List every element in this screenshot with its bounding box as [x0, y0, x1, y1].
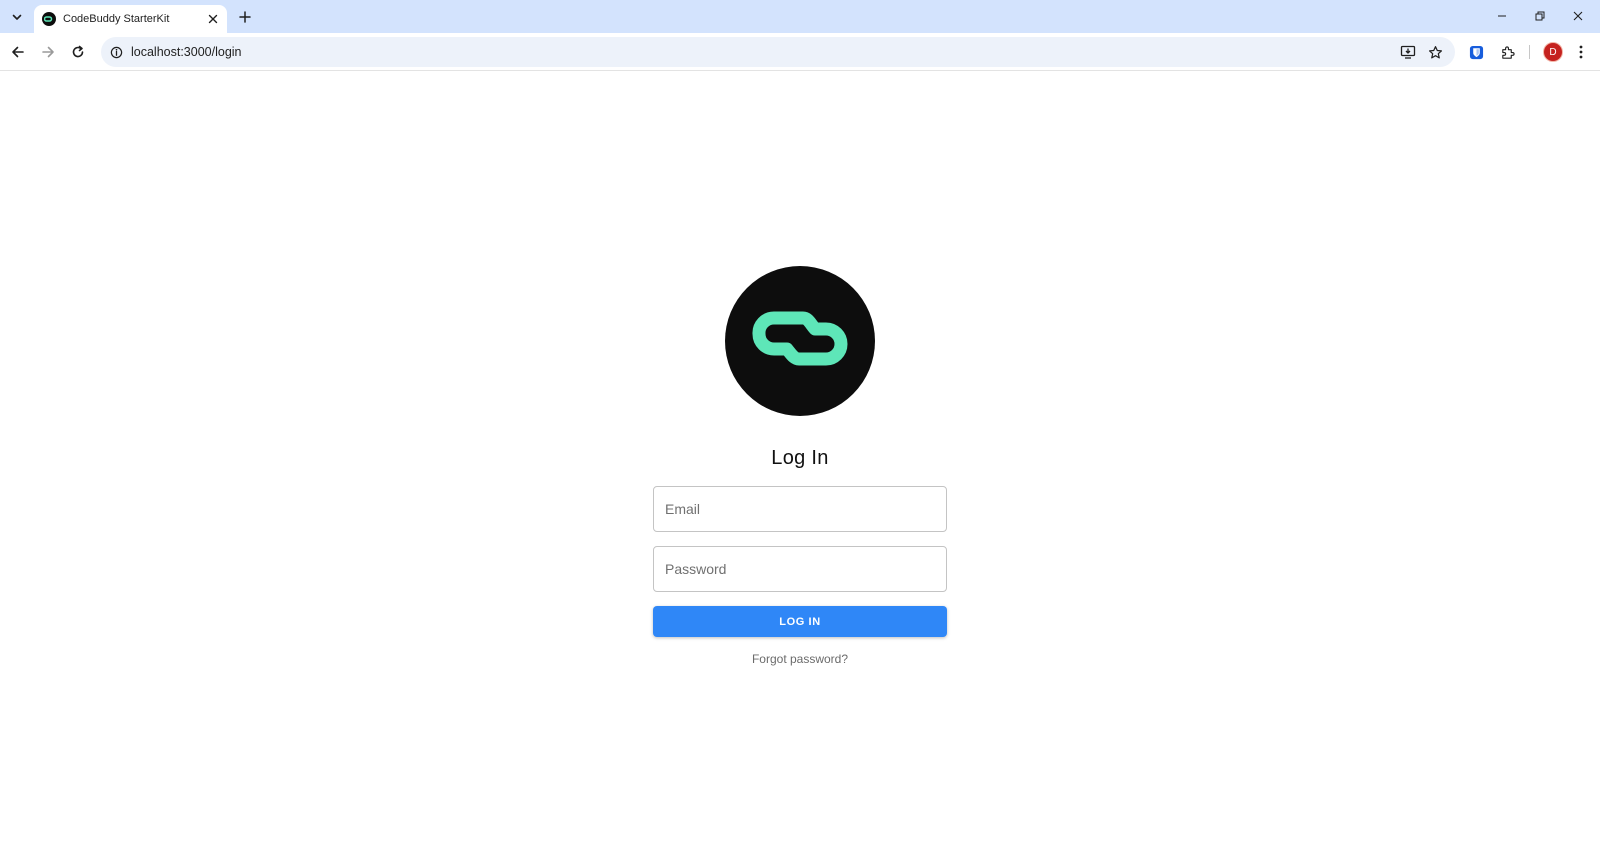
address-bar[interactable]: localhost:3000/login	[101, 37, 1455, 67]
bitwarden-icon	[1469, 45, 1483, 59]
back-arrow-icon	[12, 46, 24, 58]
password-field-wrapper	[653, 546, 947, 592]
bitwarden-extension-button[interactable]	[1466, 42, 1486, 62]
tab-strip: CodeBuddy StarterKit	[0, 0, 1600, 33]
codebuddy-logo-icon	[752, 311, 848, 366]
puzzle-extension-icon	[1501, 45, 1515, 59]
new-tab-button[interactable]	[234, 6, 256, 28]
login-button[interactable]: LOG IN	[653, 606, 947, 637]
kebab-menu-icon	[1579, 45, 1583, 59]
tab-close-button[interactable]	[205, 11, 221, 27]
site-info-button[interactable]	[106, 42, 126, 62]
codebuddy-logo	[725, 266, 875, 416]
toolbar-divider	[1529, 45, 1530, 59]
forgot-password-link[interactable]: Forgot password?	[752, 652, 848, 666]
email-field[interactable]	[654, 487, 946, 531]
reload-button[interactable]	[66, 40, 90, 64]
tab-title: CodeBuddy StarterKit	[63, 13, 170, 25]
codebuddy-favicon-icon	[42, 12, 56, 26]
tab-search-button[interactable]	[6, 6, 28, 28]
plus-icon	[239, 11, 251, 23]
restore-icon	[1535, 11, 1545, 21]
extensions-button[interactable]	[1497, 42, 1517, 62]
reload-icon	[72, 45, 84, 58]
close-window-button[interactable]	[1566, 5, 1590, 27]
browser-tab-active[interactable]: CodeBuddy StarterKit	[34, 5, 227, 33]
password-field[interactable]	[654, 547, 946, 591]
minimize-button[interactable]	[1490, 5, 1514, 27]
close-icon	[208, 14, 218, 24]
login-title: Log In	[771, 447, 829, 469]
close-icon	[1573, 11, 1583, 21]
restore-button[interactable]	[1528, 5, 1552, 27]
profile-avatar[interactable]: D	[1543, 42, 1563, 62]
chevron-down-icon	[12, 14, 22, 20]
back-button[interactable]	[6, 40, 30, 64]
url-text[interactable]: localhost:3000/login	[131, 45, 1455, 59]
site-info-icon	[110, 46, 122, 58]
star-icon	[1428, 45, 1442, 58]
forward-button[interactable]	[36, 40, 60, 64]
bookmark-button[interactable]	[1425, 42, 1445, 62]
forward-arrow-icon	[42, 46, 54, 58]
install-app-button[interactable]	[1398, 42, 1418, 62]
email-field-wrapper	[653, 486, 947, 532]
browser-toolbar: localhost:3000/login D	[0, 33, 1600, 71]
minimize-icon	[1498, 15, 1506, 17]
browser-menu-button[interactable]	[1571, 42, 1591, 62]
forgot-password-row: Forgot password?	[0, 652, 1600, 666]
install-app-icon	[1400, 45, 1416, 59]
